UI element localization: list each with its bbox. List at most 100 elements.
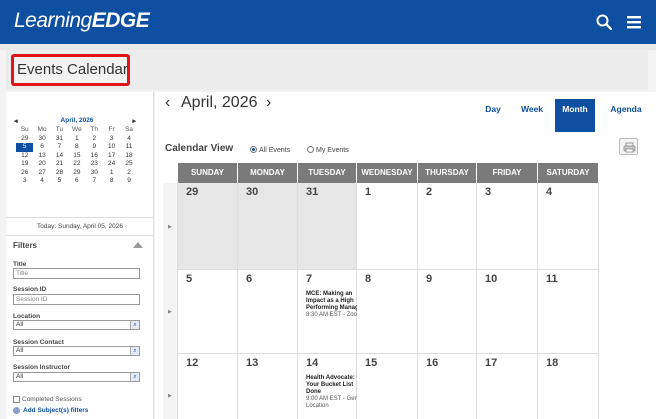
mini-calendar-day[interactable]: 30 — [86, 169, 103, 178]
mini-calendar-day[interactable]: 10 — [103, 143, 120, 152]
session-instructor-lookup-icon[interactable]: ⌕ — [130, 373, 139, 381]
completed-sessions-checkbox[interactable] — [13, 396, 20, 403]
mini-calendar-day[interactable]: 13 — [33, 152, 50, 161]
mini-calendar-day[interactable]: 24 — [103, 160, 120, 169]
completed-sessions-checkbox-row[interactable]: Completed Sessions — [13, 396, 82, 403]
mini-calendar-day[interactable]: 16 — [86, 152, 103, 161]
calendar-day-cell[interactable]: 30 — [238, 183, 298, 270]
menu-icon[interactable] — [625, 13, 643, 31]
calendar-day-cell[interactable]: 17 — [477, 354, 538, 419]
calendar-day-cell[interactable]: 16 — [418, 354, 477, 419]
radio-unselected-icon[interactable] — [307, 146, 314, 153]
mini-calendar-day[interactable]: 5 — [51, 177, 68, 186]
calendar-day-cell[interactable]: 31 — [298, 183, 357, 270]
all-events-radio[interactable]: All Events — [250, 146, 290, 154]
session-contact-lookup-icon[interactable]: ⌕ — [130, 347, 139, 355]
tab-agenda[interactable]: Agenda — [604, 99, 648, 132]
title-filter-input[interactable]: Title — [13, 268, 140, 279]
mini-calendar-day[interactable]: 12 — [16, 152, 33, 161]
mini-calendar-day[interactable]: 1 — [103, 169, 120, 178]
tab-week[interactable]: Week — [517, 99, 547, 132]
mini-calendar-day[interactable]: 18 — [120, 152, 137, 161]
today-label[interactable]: Today: Sunday, April 05, 2026 — [6, 217, 154, 236]
mini-calendar-day[interactable]: 29 — [68, 169, 85, 178]
mini-calendar-day[interactable]: 30 — [33, 135, 50, 144]
mini-calendar-day[interactable]: 31 — [51, 135, 68, 144]
collapse-triangle-icon[interactable] — [133, 242, 143, 248]
mini-calendar-next-arrow[interactable]: ▸ — [132, 117, 136, 125]
session-contact-filter-select[interactable]: All ⌕ — [13, 346, 140, 356]
week-expand-toggle[interactable]: ▶ — [163, 354, 178, 419]
print-button[interactable] — [619, 138, 638, 155]
calendar-day-cell[interactable]: 12 — [178, 354, 238, 419]
add-subject-filters-link[interactable]: Add Subject(s) filters — [13, 407, 88, 414]
calendar-day-cell[interactable]: 13 — [238, 354, 298, 419]
prev-month-button[interactable]: ‹ — [165, 94, 170, 112]
calendar-day-cell[interactable]: 8 — [357, 270, 418, 354]
calendar-day-number: 1 — [365, 186, 372, 198]
mini-calendar-day[interactable]: 25 — [120, 160, 137, 169]
mini-calendar-day[interactable]: 7 — [86, 177, 103, 186]
calendar-day-cell[interactable]: 29 — [178, 183, 238, 270]
calendar-day-cell[interactable]: 7 MCE: Making an Impact as a High Perform… — [298, 270, 364, 354]
mini-calendar-day[interactable]: 23 — [86, 160, 103, 169]
mini-calendar-day[interactable]: 7 — [51, 143, 68, 152]
mini-calendar-day[interactable]: 22 — [68, 160, 85, 169]
mini-calendar-day[interactable]: 9 — [86, 143, 103, 152]
calendar-main: ‹ April, 2026 › Day Week Month Agenda Ca… — [155, 92, 656, 419]
mini-calendar-prev-arrow[interactable]: ◂ — [14, 117, 18, 125]
mini-calendar-day[interactable]: 17 — [103, 152, 120, 161]
learningedge-logo[interactable]: LearningEDGE — [14, 9, 150, 33]
calendar-day-cell[interactable]: 2 — [418, 183, 477, 270]
calendar-day-cell[interactable]: 18 — [538, 354, 599, 419]
mini-calendar-week: 3456789 — [16, 177, 138, 186]
mini-calendar-day[interactable]: 5 — [16, 143, 34, 152]
location-lookup-icon[interactable]: ⌕ — [130, 321, 139, 329]
tab-day[interactable]: Day — [479, 99, 507, 132]
mini-calendar-day[interactable]: 26 — [16, 169, 33, 178]
mini-calendar-day[interactable]: 2 — [120, 169, 137, 178]
session-id-filter-input[interactable]: Session ID — [13, 294, 140, 305]
mini-calendar-day[interactable]: 2 — [86, 135, 103, 144]
day-of-week-header: TUESDAY — [298, 163, 357, 183]
mini-calendar-day[interactable]: 27 — [33, 169, 50, 178]
calendar-day-cell[interactable]: 10 — [477, 270, 538, 354]
mini-calendar-day[interactable]: 6 — [68, 177, 85, 186]
week-expand-toggle[interactable]: ▶ — [163, 183, 178, 270]
mini-calendar-day[interactable]: 14 — [51, 152, 68, 161]
mini-calendar-day[interactable]: 28 — [51, 169, 68, 178]
mini-calendar-day[interactable]: 1 — [68, 135, 85, 144]
calendar-day-cell[interactable]: 1 — [357, 183, 418, 270]
calendar-day-cell[interactable]: 4 — [538, 183, 599, 270]
mini-calendar-day[interactable]: 19 — [16, 160, 33, 169]
mini-calendar-day[interactable]: 4 — [120, 135, 137, 144]
session-id-filter-label: Session ID — [13, 286, 47, 293]
calendar-day-cell[interactable]: 5 — [178, 270, 238, 354]
my-events-radio[interactable]: My Events — [307, 146, 349, 154]
calendar-day-cell[interactable]: 6 — [238, 270, 298, 354]
calendar-day-cell[interactable]: 3 — [477, 183, 538, 270]
mini-calendar-day[interactable]: 15 — [68, 152, 85, 161]
calendar-day-cell[interactable]: 15 — [357, 354, 418, 419]
mini-calendar-day[interactable]: 3 — [103, 135, 120, 144]
mini-calendar-day[interactable]: 4 — [33, 177, 50, 186]
location-filter-select[interactable]: All ⌕ — [13, 320, 140, 330]
mini-calendar-day[interactable]: 11 — [120, 143, 137, 152]
radio-selected-icon[interactable] — [250, 146, 257, 153]
week-expand-toggle[interactable]: ▶ — [163, 270, 178, 354]
session-instructor-filter-select[interactable]: All ⌕ — [13, 372, 140, 382]
calendar-day-cell[interactable]: 14 Health Advocate: Get Your Bucket List … — [298, 354, 368, 419]
mini-calendar-day[interactable]: 3 — [16, 177, 33, 186]
search-icon[interactable] — [595, 13, 613, 31]
next-month-button[interactable]: › — [266, 94, 271, 112]
mini-calendar-day[interactable]: 21 — [51, 160, 68, 169]
tab-month[interactable]: Month — [555, 99, 595, 132]
calendar-day-cell[interactable]: 11 — [538, 270, 599, 354]
mini-calendar-day[interactable]: 8 — [103, 177, 120, 186]
mini-calendar-day[interactable]: 20 — [33, 160, 50, 169]
mini-calendar-day[interactable]: 8 — [68, 143, 85, 152]
mini-calendar-day[interactable]: 9 — [120, 177, 137, 186]
mini-calendar-day[interactable]: 29 — [16, 135, 33, 144]
mini-calendar-day[interactable]: 6 — [33, 143, 50, 152]
calendar-day-cell[interactable]: 9 — [418, 270, 477, 354]
